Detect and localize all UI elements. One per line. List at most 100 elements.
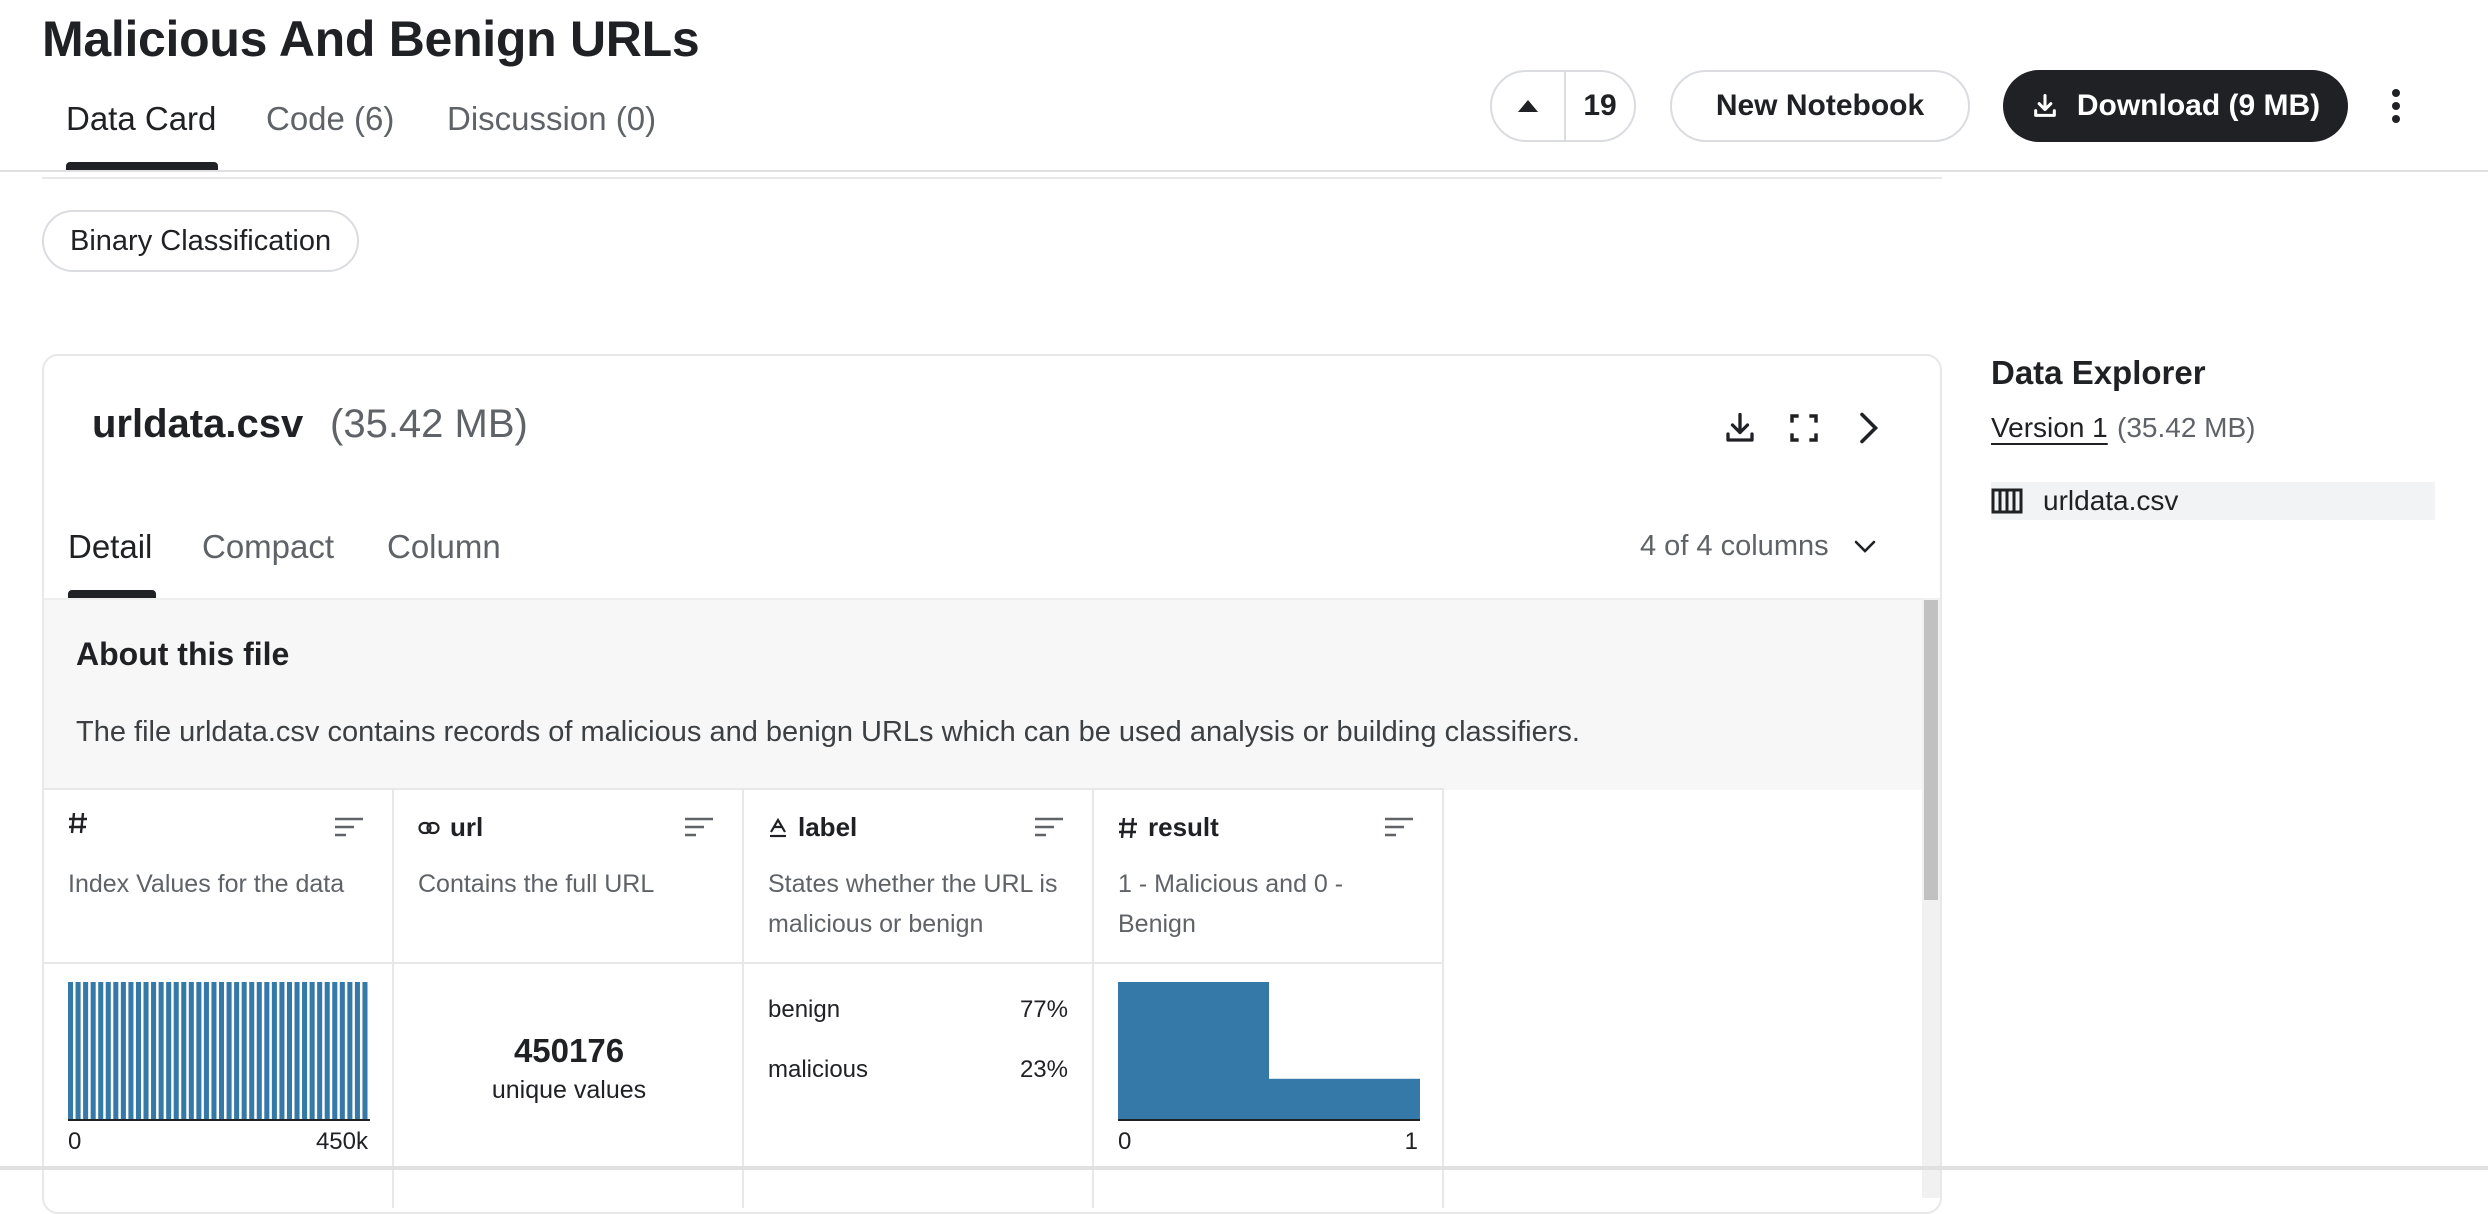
histogram-bar[interactable] [347, 982, 353, 1120]
histogram-bar[interactable] [173, 982, 179, 1120]
bottom-border [0, 1166, 2488, 1170]
download-button[interactable]: Download (9 MB) [2003, 70, 2348, 142]
histogram-bar[interactable] [219, 982, 225, 1120]
unique-caption: unique values [491, 1076, 647, 1104]
column-description: States whether the URL is malicious or b… [768, 870, 1058, 938]
histogram-bar[interactable] [151, 982, 157, 1120]
histogram-bar[interactable] [120, 982, 126, 1120]
histogram-bar[interactable] [294, 982, 300, 1120]
about-section [44, 598, 1924, 790]
histogram-bar[interactable] [181, 982, 187, 1120]
sort-icon[interactable] [684, 816, 714, 838]
histogram-bar[interactable] [241, 982, 247, 1120]
histogram-bar[interactable] [158, 982, 164, 1120]
column-description: 1 - Malicious and 0 - Benign [1118, 870, 1344, 938]
category-percent: 77% [1019, 996, 1068, 1023]
tag-chip[interactable]: Binary Classification [42, 210, 360, 272]
version-size: (35.42 MB) [2117, 412, 2256, 443]
histogram-bar[interactable] [354, 982, 360, 1120]
tab-detail[interactable]: Detail [68, 528, 152, 566]
histogram-bar[interactable] [68, 982, 74, 1120]
vote-count: 19 [1583, 89, 1617, 122]
header-divider [0, 170, 2488, 172]
histogram-bar[interactable] [143, 982, 149, 1120]
explorer-title: Data Explorer [1991, 354, 2206, 391]
column-description: Index Values for the data [68, 870, 345, 898]
histogram-bar[interactable] [279, 982, 285, 1120]
histogram-bar[interactable] [234, 982, 240, 1120]
histogram-bar[interactable] [324, 982, 330, 1120]
histogram-max-label: 1 [1404, 1128, 1418, 1155]
column-card-label: label States whether the URL is maliciou… [744, 788, 1094, 1208]
hash-icon [69, 812, 87, 834]
scrollbar-thumb[interactable] [1924, 600, 1938, 900]
download-label: Download (9 MB) [2076, 89, 2321, 122]
column-header: result [1118, 812, 1219, 843]
category-percent: 23% [1019, 1056, 1068, 1083]
histogram-bar[interactable] [166, 982, 172, 1120]
column-name: label [798, 812, 858, 842]
table-icon [1991, 488, 2023, 514]
explorer-file-name: urldata.csv [2043, 485, 2179, 516]
histogram-bar[interactable] [332, 982, 338, 1120]
upvote-button[interactable] [1492, 72, 1566, 140]
tab-data-card[interactable]: Data Card [66, 100, 216, 138]
histogram-bar[interactable] [256, 982, 262, 1120]
column-description: Contains the full URL [418, 870, 655, 898]
chevron-right-icon[interactable] [1846, 406, 1890, 450]
new-notebook-button[interactable]: New Notebook [1670, 70, 1970, 142]
column-header: label [768, 812, 857, 843]
explorer-file-item[interactable]: urldata.csv [1991, 482, 2435, 520]
histogram-bar[interactable] [302, 982, 308, 1120]
link-icon [418, 821, 440, 834]
sort-icon[interactable] [1384, 816, 1414, 838]
tab-compact[interactable]: Compact [202, 528, 334, 566]
histogram-bar[interactable] [271, 982, 277, 1120]
histogram-bar[interactable] [188, 982, 194, 1120]
histogram-bar[interactable] [309, 982, 315, 1120]
histogram-bar[interactable] [339, 982, 345, 1120]
tab-column[interactable]: Column [387, 528, 501, 566]
histogram-bar[interactable] [135, 982, 141, 1120]
histogram-bar[interactable] [105, 982, 111, 1120]
fullscreen-icon[interactable] [1782, 406, 1826, 450]
histogram-bar[interactable] [211, 982, 217, 1120]
file-size: (35.42 MB) [330, 402, 528, 446]
result-histogram [1118, 982, 1420, 1121]
tab-code[interactable]: Code (6) [266, 100, 394, 138]
column-card-result: result 1 - Malicious and 0 - Benign 0 1 [1094, 788, 1444, 1208]
histogram-bar[interactable] [249, 982, 255, 1120]
histogram-bar[interactable] [196, 982, 202, 1120]
column-name: result [1148, 812, 1219, 842]
column-name: url [450, 812, 484, 842]
histogram-bar[interactable] [264, 982, 270, 1120]
histogram-bar[interactable] [98, 982, 104, 1120]
hash-icon [1119, 817, 1137, 838]
sort-icon[interactable] [334, 816, 364, 838]
histogram-bar[interactable] [113, 982, 119, 1120]
version-link[interactable]: Version 1 [1991, 412, 2108, 444]
file-name: urldata.csv [92, 402, 304, 446]
histogram-bar[interactable] [1269, 1078, 1420, 1120]
column-divider [394, 962, 744, 964]
download-icon [2033, 93, 2056, 117]
histogram-bar[interactable] [1118, 982, 1269, 1120]
histogram-min-label: 0 [68, 1128, 82, 1155]
histogram-bar[interactable] [226, 982, 232, 1120]
sort-icon[interactable] [1034, 816, 1064, 838]
more-options-icon[interactable] [2378, 82, 2414, 130]
histogram-bar[interactable] [203, 982, 209, 1120]
histogram-bar[interactable] [83, 982, 89, 1120]
histogram-bar[interactable] [75, 982, 81, 1120]
download-icon[interactable] [1718, 406, 1762, 450]
histogram-bar[interactable] [286, 982, 292, 1120]
histogram-bar[interactable] [90, 982, 96, 1120]
caret-up-icon [1518, 100, 1538, 112]
histogram-bar[interactable] [128, 982, 134, 1120]
histogram-bar[interactable] [362, 982, 368, 1120]
columns-selector[interactable]: 4 of 4 columns [1640, 530, 1877, 563]
category-label: malicious [768, 1056, 869, 1083]
column-card-index: Index Values for the data 0 450k [44, 788, 394, 1208]
tab-discussion[interactable]: Discussion (0) [447, 100, 656, 138]
histogram-bar[interactable] [317, 982, 323, 1120]
